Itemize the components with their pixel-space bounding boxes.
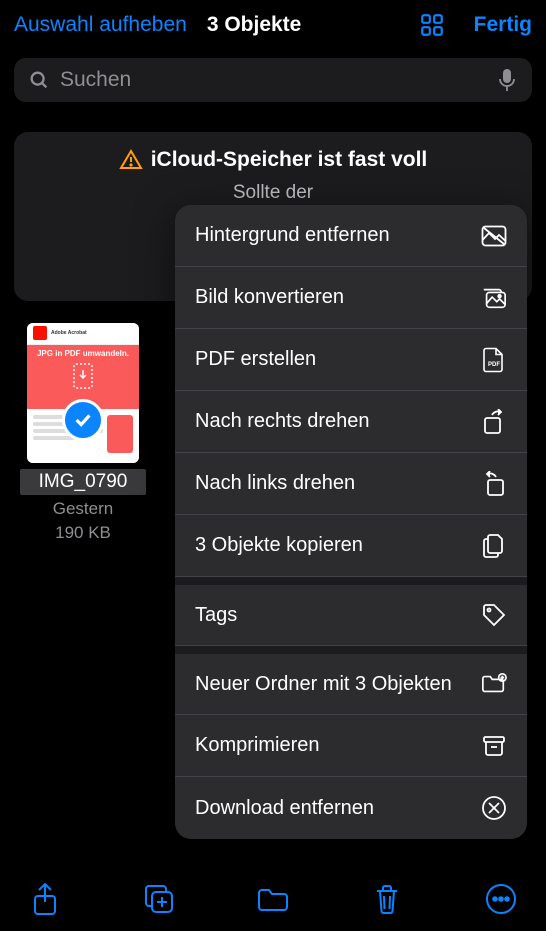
context-menu: M Hintergrund entfernen Bild konvertiere… [175, 205, 527, 839]
menu-create-pdf[interactable]: PDF erstellen PDF [175, 329, 527, 391]
archive-icon [481, 733, 507, 759]
more-button[interactable] [484, 882, 518, 916]
file-item[interactable]: Adobe Acrobat JPG in PDF umwandeln. IMG_… [20, 323, 146, 543]
menu-copy-items[interactable]: 3 Objekte kopieren [175, 515, 527, 577]
rotate-right-icon [481, 409, 507, 435]
search-input[interactable] [60, 68, 488, 92]
selection-count-title: 3 Objekte [207, 13, 408, 37]
top-nav: Auswahl aufheben 3 Objekte Fertig [0, 0, 546, 50]
bottom-toolbar [0, 867, 546, 931]
menu-convert-image[interactable]: Bild konvertieren [175, 267, 527, 329]
file-name: IMG_0790 [20, 469, 146, 495]
menu-rotate-left[interactable]: Nach links drehen [175, 453, 527, 515]
rotate-left-icon [481, 471, 507, 497]
remove-bg-icon [481, 223, 507, 249]
file-thumbnail: Adobe Acrobat JPG in PDF umwandeln. [27, 323, 139, 463]
selection-check-icon [62, 399, 104, 441]
menu-remove-download[interactable]: Download entfernen [175, 777, 527, 839]
alert-title: iCloud-Speicher ist fast voll [151, 148, 428, 172]
search-icon [28, 69, 50, 91]
new-folder-icon [481, 671, 507, 697]
svg-text:PDF: PDF [488, 362, 500, 368]
microphone-icon[interactable] [498, 68, 518, 92]
adobe-logo-icon [33, 326, 47, 340]
file-size: 190 KB [20, 523, 146, 543]
warning-icon [119, 148, 143, 172]
pdf-icon: PDF [481, 347, 507, 373]
view-grid-icon[interactable] [418, 11, 446, 39]
copy-icon [481, 533, 507, 559]
delete-button[interactable] [370, 882, 404, 916]
tag-icon [481, 602, 507, 628]
deselect-button[interactable]: Auswahl aufheben [14, 13, 187, 37]
move-folder-button[interactable] [256, 882, 290, 916]
menu-new-folder[interactable]: Neuer Ordner mit 3 Objekten [175, 646, 527, 715]
menu-rotate-right[interactable]: Nach rechts drehen [175, 391, 527, 453]
share-button[interactable] [28, 882, 62, 916]
done-button[interactable]: Fertig [474, 13, 532, 37]
search-bar[interactable] [14, 58, 532, 102]
convert-image-icon [481, 285, 507, 311]
menu-remove-background[interactable]: Hintergrund entfernen [175, 205, 527, 267]
menu-tags[interactable]: Tags [175, 577, 527, 646]
file-date: Gestern [20, 499, 146, 519]
menu-compress[interactable]: Komprimieren [175, 715, 527, 777]
duplicate-button[interactable] [142, 882, 176, 916]
remove-download-icon [481, 795, 507, 821]
